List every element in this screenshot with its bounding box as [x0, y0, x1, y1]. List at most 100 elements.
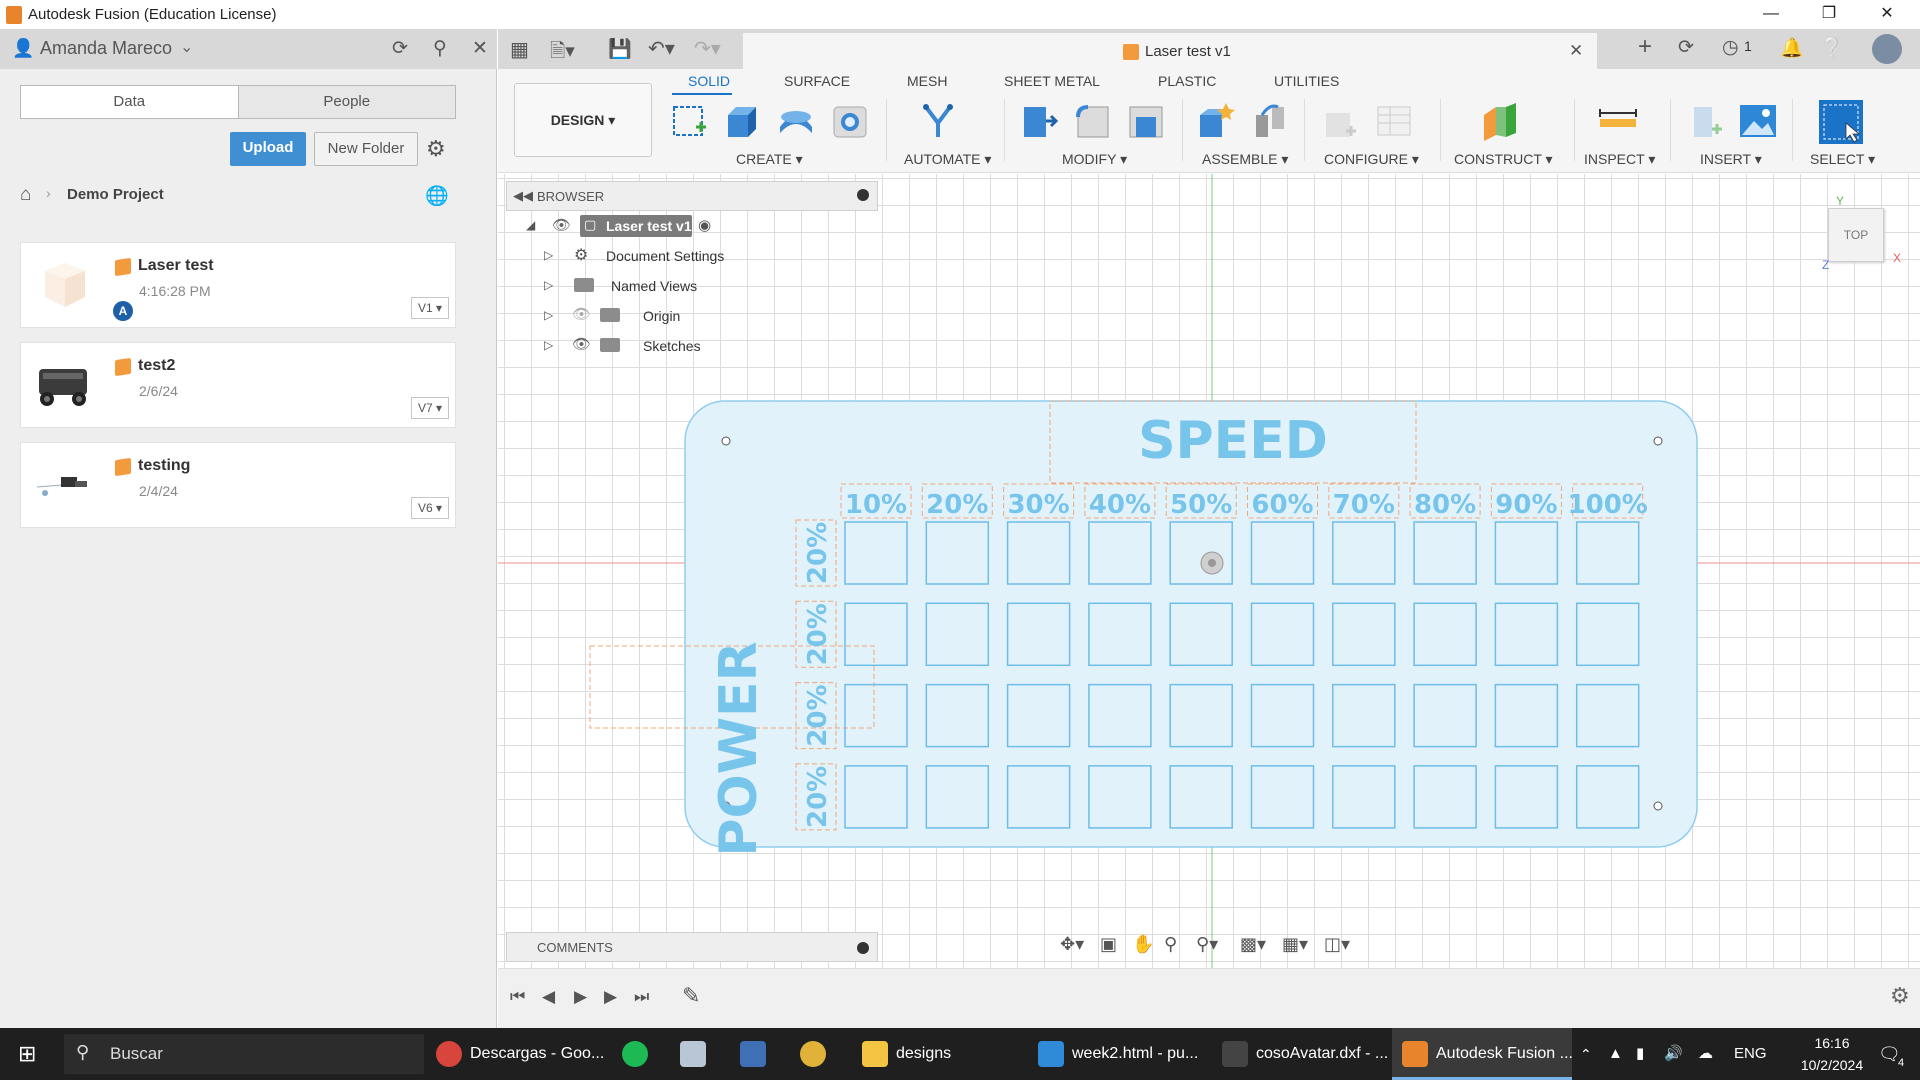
avatar[interactable]	[1872, 34, 1902, 64]
calculator-icon[interactable]	[740, 1028, 774, 1080]
tab-data[interactable]: Data	[21, 86, 238, 118]
cloud-icon[interactable]: ☁	[1698, 1028, 1713, 1080]
breadcrumb[interactable]: Demo Project	[67, 186, 164, 203]
revolve-icon[interactable]	[776, 101, 816, 141]
timeline-sketch-feature-icon[interactable]: ✎	[682, 983, 700, 1009]
notifications-icon[interactable]: 🗨	[1878, 1028, 1901, 1080]
expand-icon[interactable]: ▷	[544, 308, 553, 322]
group-assemble[interactable]: ASSEMBLE ▾	[1202, 151, 1288, 168]
step-back-icon[interactable]: ◀	[542, 987, 555, 1007]
hole-icon[interactable]	[830, 101, 870, 141]
offset-plane-icon[interactable]	[1480, 101, 1520, 141]
gear-icon[interactable]: ⚙	[426, 136, 446, 162]
volume-icon[interactable]: 🔊	[1664, 1028, 1683, 1080]
close-icon[interactable]: ✕	[468, 37, 492, 61]
taskbar-vscode[interactable]: week2.html - pu...	[1038, 1028, 1198, 1080]
version-dropdown[interactable]: V6 ▾	[411, 497, 449, 519]
display-settings-icon[interactable]: ▩▾	[1240, 934, 1266, 955]
close-window-button[interactable]: ✕	[1858, 0, 1916, 29]
group-inspect[interactable]: INSPECT ▾	[1584, 151, 1655, 168]
taskbar-chrome-downloads[interactable]: Descargas - Goo...	[436, 1028, 604, 1080]
file-card-test2[interactable]: test2 2/6/24 V7 ▾	[20, 342, 456, 428]
redo-icon[interactable]: ↷▾	[694, 36, 721, 61]
tree-root[interactable]: ◢ 👁 ▢ Laser test v1 ◉	[512, 214, 892, 242]
expand-icon[interactable]: ▷	[544, 278, 553, 292]
apps-grid-icon[interactable]: ▦	[510, 37, 529, 62]
gear-icon[interactable]: ⚙	[1890, 983, 1910, 1009]
group-create[interactable]: CREATE ▾	[736, 151, 803, 168]
extrude-icon[interactable]	[722, 101, 762, 141]
help-icon[interactable]: ❔	[1820, 36, 1844, 60]
tab-mesh[interactable]: MESH	[907, 73, 947, 89]
close-tab-icon[interactable]: ✕	[1569, 41, 1583, 61]
eye-icon[interactable]: 👁	[572, 335, 591, 353]
eye-icon[interactable]: 👁	[552, 216, 571, 234]
joint-icon[interactable]	[1250, 101, 1290, 141]
orbit-icon[interactable]: ✥▾	[1060, 934, 1084, 955]
expand-icon[interactable]: ◢	[526, 218, 535, 232]
taskbar-designs-folder[interactable]: designs	[862, 1028, 1012, 1080]
globe-icon[interactable]: 🌐	[425, 184, 449, 208]
version-dropdown[interactable]: V7 ▾	[411, 397, 449, 419]
configure-icon[interactable]	[1320, 101, 1360, 141]
upload-button[interactable]: Upload	[230, 132, 306, 166]
press-pull-icon[interactable]	[1018, 101, 1059, 141]
select-icon[interactable]	[1818, 99, 1864, 145]
configuration-table-icon[interactable]	[1374, 101, 1414, 141]
tree-item-origin[interactable]: ▷ 👁 Origin	[512, 304, 892, 332]
go-to-start-icon[interactable]: ⏮	[510, 987, 525, 1007]
battery-icon[interactable]: ▮	[1636, 1028, 1644, 1080]
version-dropdown[interactable]: V1 ▾	[411, 297, 449, 319]
group-automate[interactable]: AUTOMATE ▾	[904, 151, 991, 168]
app-icon[interactable]	[680, 1028, 714, 1080]
taskbar-fusion[interactable]: Autodesk Fusion ...	[1392, 1028, 1573, 1080]
insert-canvas-icon[interactable]	[1738, 101, 1778, 141]
insert-derive-icon[interactable]	[1686, 101, 1726, 141]
user-name[interactable]: Amanda Mareco	[40, 38, 172, 59]
taskbar-search[interactable]: ⚲ Buscar	[64, 1034, 424, 1074]
add-comment-icon[interactable]	[857, 942, 869, 954]
workspace-switcher[interactable]: DESIGN ▾	[514, 83, 652, 157]
minimize-button[interactable]: —	[1742, 0, 1800, 29]
search-icon[interactable]: ⚲	[428, 37, 452, 61]
home-icon[interactable]: ⌂	[20, 184, 31, 206]
save-icon[interactable]: 💾	[608, 37, 632, 61]
design-canvas[interactable]: SPEED POWER 10% 20% 30% 40% 50% 60% 70% 80% 90% 1…	[498, 174, 1920, 968]
new-folder-button[interactable]: New Folder	[314, 132, 418, 166]
group-select[interactable]: SELECT ▾	[1810, 151, 1875, 168]
eye-hidden-icon[interactable]: 👁	[572, 305, 591, 323]
tray-network-icon[interactable]: ▲	[1608, 1028, 1623, 1080]
restore-button[interactable]: ❐	[1800, 0, 1858, 29]
activate-radio-icon[interactable]: ◉	[698, 216, 711, 234]
expand-icon[interactable]: ▷	[544, 338, 553, 352]
browser-panel-header[interactable]: ◀◀ BROWSER	[506, 181, 878, 211]
refresh-icon[interactable]: ⟳	[388, 37, 412, 61]
zoom-window-icon[interactable]: ⚲▾	[1196, 934, 1218, 955]
spotify-icon[interactable]	[622, 1028, 656, 1080]
tab-utilities[interactable]: UTILITIES	[1274, 73, 1339, 89]
tab-solid[interactable]: SOLID	[688, 73, 730, 89]
clock[interactable]: 16:16 10/2/2024	[1782, 1032, 1882, 1076]
group-insert[interactable]: INSERT ▾	[1700, 151, 1762, 168]
tab-people[interactable]: People	[237, 86, 455, 118]
file-card-laser-test[interactable]: Laser test 4:16:28 PM A V1 ▾	[20, 242, 456, 328]
look-at-icon[interactable]: ▣	[1100, 934, 1117, 955]
automate-icon[interactable]	[918, 101, 958, 141]
grid-settings-icon[interactable]: ▦▾	[1282, 934, 1308, 955]
document-tab[interactable]: Laser test v1 ✕	[743, 33, 1597, 69]
undo-icon[interactable]: ↶▾	[648, 36, 675, 61]
group-configure[interactable]: CONFIGURE ▾	[1324, 151, 1419, 168]
minimize-panel-icon[interactable]	[857, 189, 869, 201]
measure-icon[interactable]	[1598, 101, 1638, 141]
language-indicator[interactable]: ENG	[1734, 1028, 1767, 1080]
new-component-icon[interactable]	[1196, 101, 1236, 141]
create-sketch-icon[interactable]	[670, 101, 710, 141]
tree-item-named-views[interactable]: ▷ Named Views	[512, 274, 892, 302]
play-icon[interactable]: ▶	[574, 987, 587, 1007]
zoom-icon[interactable]: ⚲	[1164, 934, 1177, 955]
tree-item-sketches[interactable]: ▷ 👁 Sketches	[512, 334, 892, 362]
job-status-icon[interactable]: ⟳	[1678, 36, 1694, 59]
viewports-icon[interactable]: ◫▾	[1324, 934, 1350, 955]
go-to-end-icon[interactable]: ⏭	[634, 987, 649, 1007]
expand-icon[interactable]: ▷	[544, 248, 553, 262]
